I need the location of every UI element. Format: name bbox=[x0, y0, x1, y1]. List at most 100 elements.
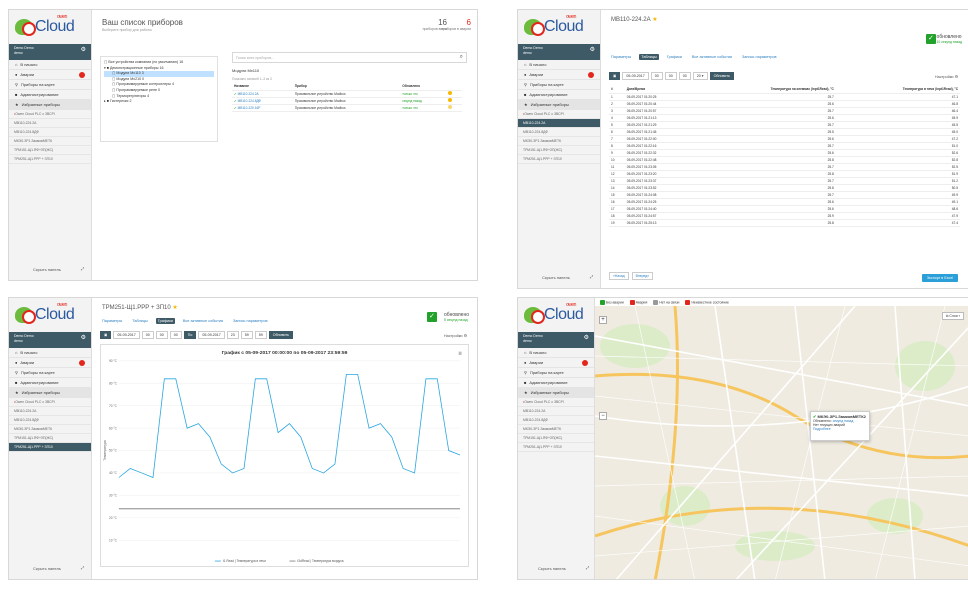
favorite-device[interactable]: ТРМ251-Щ1.РРР + ЗП10 bbox=[518, 443, 594, 452]
sidebar-item-alarms[interactable]: ● Аварии bbox=[9, 358, 91, 368]
favorite-device[interactable]: МКЭ0-ЗР1.ЗамковМЕТК bbox=[9, 425, 91, 434]
user-bar[interactable]: Demo Demo demo ⚙ bbox=[518, 332, 594, 348]
favorite-device[interactable]: ТРМ151-Щ1.ЯФ+ЗП(ЖС) bbox=[518, 146, 600, 155]
sidebar-item-map[interactable]: ⚲ Приборы на карте bbox=[518, 80, 600, 90]
favorite-device[interactable]: МВ110-224.8ДФ bbox=[518, 416, 594, 425]
logo[interactable]: Cloud owen bbox=[9, 10, 91, 44]
favorite-device[interactable]: МВ110-224.2А bbox=[518, 119, 600, 128]
sidebar-item-home[interactable]: ⌂ В начало bbox=[9, 348, 91, 358]
tab-write[interactable]: Запись параметров bbox=[231, 318, 269, 324]
sidebar-item-admin[interactable]: ■ Администрирование bbox=[518, 378, 594, 388]
tab-write[interactable]: Запись параметров bbox=[740, 54, 778, 60]
favorite-device[interactable]: МКЭ0-ЗР1.ЗамковМЕТК bbox=[518, 137, 600, 146]
settings-link[interactable]: Настройки ⚙ bbox=[935, 74, 958, 79]
favorite-device[interactable]: •Owen Cloud PLC с ЗВСРІ bbox=[9, 398, 91, 407]
sidebar-item-map[interactable]: ⚲ Приборы на карте bbox=[9, 80, 91, 90]
refresh-button[interactable]: Обновить bbox=[709, 72, 734, 80]
hide-panel-button[interactable]: Скрыть панель ⤢ bbox=[542, 274, 593, 280]
sidebar-item-map[interactable]: ⚲ Приборы на карте bbox=[9, 368, 91, 378]
favorites-header[interactable]: ★ Избранные приборы bbox=[518, 100, 600, 110]
gear-icon[interactable]: ⚙ bbox=[81, 47, 86, 53]
sidebar-item-home[interactable]: ⌂ В начало bbox=[518, 60, 600, 70]
hour-input[interactable]: 00 bbox=[650, 72, 663, 80]
favorite-device[interactable]: МВ110-224.2А bbox=[9, 407, 91, 416]
tab-tables[interactable]: Таблицы bbox=[130, 318, 150, 324]
logo[interactable]: Cloud owen bbox=[518, 298, 594, 332]
favorite-device[interactable]: ТРМ251-Щ1.РРР + ЗП10 bbox=[9, 155, 91, 164]
map-tiles[interactable] bbox=[595, 306, 968, 579]
rows-select[interactable]: 20 ▾ bbox=[692, 72, 708, 80]
minute-input[interactable]: 00 bbox=[155, 331, 168, 339]
favorite-device[interactable]: МВ110-224.8ДФ bbox=[9, 416, 91, 425]
hide-panel-button[interactable]: Скрыть панель ⤢ bbox=[33, 266, 84, 272]
tab-tables[interactable]: Таблицы bbox=[639, 54, 659, 60]
sidebar-item-admin[interactable]: ■ Администрирование bbox=[9, 90, 91, 100]
user-bar[interactable]: Demo Demo demo ⚙ bbox=[9, 44, 91, 60]
hide-panel-button[interactable]: Скрыть панель ⤢ bbox=[33, 565, 84, 571]
favorite-device[interactable]: ТРМ251-Щ1.РРР + ЗП10 bbox=[9, 443, 91, 452]
search-icon[interactable]: ⌕ bbox=[460, 54, 463, 61]
favorite-icon[interactable] bbox=[448, 98, 453, 102]
date-from-input[interactable]: 05-09-2017 bbox=[622, 72, 649, 80]
export-excel-button[interactable]: Экспорт в Excel bbox=[921, 274, 958, 282]
next-page-button[interactable]: Вперед» bbox=[631, 272, 654, 280]
date-to-input[interactable]: 05-09-2017 bbox=[198, 331, 225, 339]
favorite-device[interactable]: МКЭ0-ЗР1.ЗамковМЕТК bbox=[9, 137, 91, 146]
second-input[interactable]: 00 bbox=[169, 331, 182, 339]
tree-item[interactable]: ▸ ■ Гистерезис 2 bbox=[104, 99, 214, 105]
tab-parameters[interactable]: Параметры bbox=[100, 318, 124, 324]
calendar-icon[interactable]: ▣ bbox=[100, 331, 112, 339]
hour-to-input[interactable]: 23 bbox=[226, 331, 239, 339]
zoom-out-button[interactable]: − bbox=[599, 412, 607, 420]
hour-input[interactable]: 00 bbox=[141, 331, 154, 339]
prev-page-button[interactable]: «Назад bbox=[609, 272, 629, 280]
minute-input[interactable]: 00 bbox=[664, 72, 677, 80]
favorite-device[interactable]: МКЭ0-ЗР1.ЗамковМЕТК bbox=[518, 425, 594, 434]
sidebar-item-admin[interactable]: ■ Администрирование bbox=[518, 90, 600, 100]
favorite-device[interactable]: МВ110-224.2А bbox=[9, 119, 91, 128]
logo[interactable]: Cloud owen bbox=[518, 10, 600, 44]
sidebar-item-alarms[interactable]: ● Аварии bbox=[9, 70, 91, 80]
table-row[interactable]: ✔ МВ110-220.16Р Произвольное устройство M… bbox=[232, 104, 462, 112]
favorite-device[interactable]: •Owen Cloud PLC с ЗВСРІ bbox=[518, 110, 600, 119]
second-input[interactable]: 00 bbox=[678, 72, 691, 80]
favorite-device[interactable]: •Owen Cloud PLC с ЗВСРІ bbox=[518, 398, 594, 407]
sidebar-item-admin[interactable]: ■ Администрирование bbox=[9, 378, 91, 388]
user-bar[interactable]: Demo Demo demo ⚙ bbox=[9, 332, 91, 348]
gear-icon[interactable]: ⚙ bbox=[584, 335, 589, 341]
tab-events[interactable]: Все активные события bbox=[690, 54, 734, 60]
favorite-device[interactable]: ТРМ151-Щ1.ЯФ+ЗП(ЖС) bbox=[518, 434, 594, 443]
date-from-input[interactable]: 05-09-2017 bbox=[113, 331, 140, 339]
search-input[interactable]: Поиск всех приборов... ⌕ bbox=[232, 52, 467, 63]
gear-icon[interactable]: ⚙ bbox=[590, 47, 595, 53]
sidebar-item-alarms[interactable]: ● Аварии bbox=[518, 70, 600, 80]
favorite-icon[interactable] bbox=[448, 105, 453, 109]
layers-button[interactable]: ⧉ Слои ▾ bbox=[942, 312, 964, 320]
favorite-device[interactable]: •Owen Cloud PLC с ЗВСРІ bbox=[9, 110, 91, 119]
sidebar-item-home[interactable]: ⌂ В начало bbox=[518, 348, 594, 358]
hide-panel-button[interactable]: Скрыть панель ⤢ bbox=[538, 565, 589, 571]
tab-charts[interactable]: Графики bbox=[665, 54, 684, 60]
settings-link[interactable]: Настройки ⚙ bbox=[444, 333, 467, 338]
table-row[interactable]: ✔ МВ110-224.8ДФ Произвольное устройство M… bbox=[232, 97, 462, 105]
details-link[interactable]: Подробнее bbox=[813, 427, 867, 431]
favorites-header[interactable]: ★ Избранные приборы bbox=[9, 100, 91, 110]
minute-to-input[interactable]: 59 bbox=[240, 331, 253, 339]
device-group-tree[interactable]: ▢ Все устройства компании (по умолчанию)… bbox=[100, 56, 218, 142]
user-bar[interactable]: Demo Demo demo ⚙ bbox=[518, 44, 600, 60]
favorite-device[interactable]: ТРМ151-Щ1.ЯФ+ЗП(ЖС) bbox=[9, 146, 91, 155]
second-to-input[interactable]: 59 bbox=[254, 331, 267, 339]
tab-charts[interactable]: Графики bbox=[155, 318, 175, 324]
favorite-device[interactable]: ТРМ151-Щ1.ЯФ+ЗП(ЖС) bbox=[9, 434, 91, 443]
favorite-device[interactable]: МВ110-224.8ДФ bbox=[9, 128, 91, 137]
favorite-device[interactable]: ТРМ251-Щ1.РРР + ЗП10 bbox=[518, 155, 600, 164]
table-row[interactable]: ✔ МВ110-224.2А Произвольное устройство Mo… bbox=[232, 90, 462, 98]
tab-parameters[interactable]: Параметры bbox=[609, 54, 633, 60]
sidebar-item-alarms[interactable]: ● Аварии bbox=[518, 358, 594, 368]
favorite-device[interactable]: МВ110-224.8ДФ bbox=[518, 128, 600, 137]
gear-icon[interactable]: ⚙ bbox=[81, 335, 86, 341]
map-view[interactable]: + − ⧉ Слои ▾ ✔ МКЭ0-ЗР1.ЗамковМЕТК2 Обно… bbox=[595, 306, 968, 579]
refresh-button[interactable]: Обновить bbox=[268, 331, 294, 339]
sidebar-item-map[interactable]: ⚲ Приборы на карте bbox=[518, 368, 594, 378]
sidebar-item-home[interactable]: ⌂ В начало bbox=[9, 60, 91, 70]
